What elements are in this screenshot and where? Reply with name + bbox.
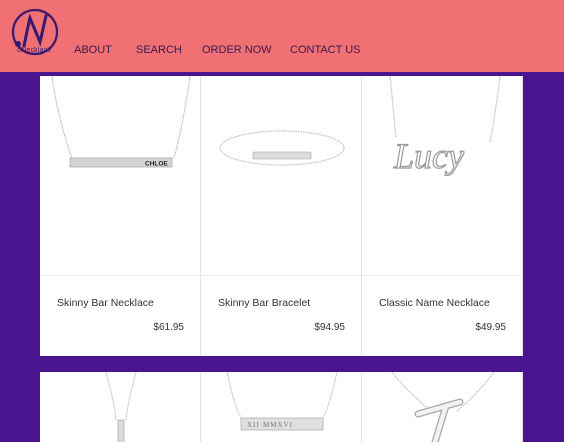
roman-numeral-bar-image-icon: XII·MMXVI	[226, 371, 338, 431]
product-card[interactable]: CHLOE Skinny Bar Necklace $61.95	[40, 75, 201, 356]
product-card[interactable]: Lucy Classic Name Necklace $49.95	[362, 75, 523, 356]
nav-contact-us[interactable]: CONTACT US	[290, 44, 361, 56]
product-name[interactable]: Classic Name Necklace	[379, 297, 490, 309]
product-name[interactable]: Skinny Bar Necklace	[57, 297, 154, 309]
initial-necklace-image-icon	[391, 371, 495, 442]
product-image[interactable]: CHLOE	[40, 75, 201, 275]
product-image[interactable]: XII·MMXVI	[201, 371, 362, 442]
product-card[interactable]: Skinny Bar Bracelet $94.95	[201, 76, 362, 356]
product-image[interactable]	[362, 371, 523, 442]
product-card[interactable]	[362, 371, 523, 442]
vertical-bar-necklace-image-icon	[105, 371, 137, 442]
product-price: $49.95	[475, 322, 506, 333]
product-price: $94.95	[314, 322, 345, 333]
card-divider	[201, 275, 362, 276]
product-image[interactable]: Lucy	[362, 75, 523, 275]
bar-necklace-image-icon: CHLOE	[51, 75, 191, 168]
product-image[interactable]	[40, 371, 201, 442]
engraving-text: CHLOE	[145, 161, 168, 168]
site-header: oNecklace ABOUT SEARCH ORDER NOW CONTACT…	[0, 0, 564, 72]
nav-search[interactable]: SEARCH	[136, 44, 182, 56]
nav-order-now[interactable]: ORDER NOW	[202, 44, 272, 56]
nav-about[interactable]: ABOUT	[74, 44, 112, 56]
product-image[interactable]	[201, 76, 362, 275]
engraving-text: Lucy	[393, 136, 464, 176]
product-card[interactable]	[40, 371, 201, 442]
product-price: $61.95	[153, 322, 184, 333]
card-divider	[362, 275, 523, 276]
engraving-text: XII·MMXVI	[247, 421, 293, 429]
product-name[interactable]: Skinny Bar Bracelet	[218, 297, 310, 309]
card-divider	[40, 275, 201, 276]
name-necklace-image-icon: Lucy	[389, 75, 501, 177]
product-card[interactable]: XII·MMXVI	[201, 371, 362, 442]
logo-wordmark: oNecklace	[17, 47, 52, 54]
bar-bracelet-image-icon	[219, 130, 345, 166]
